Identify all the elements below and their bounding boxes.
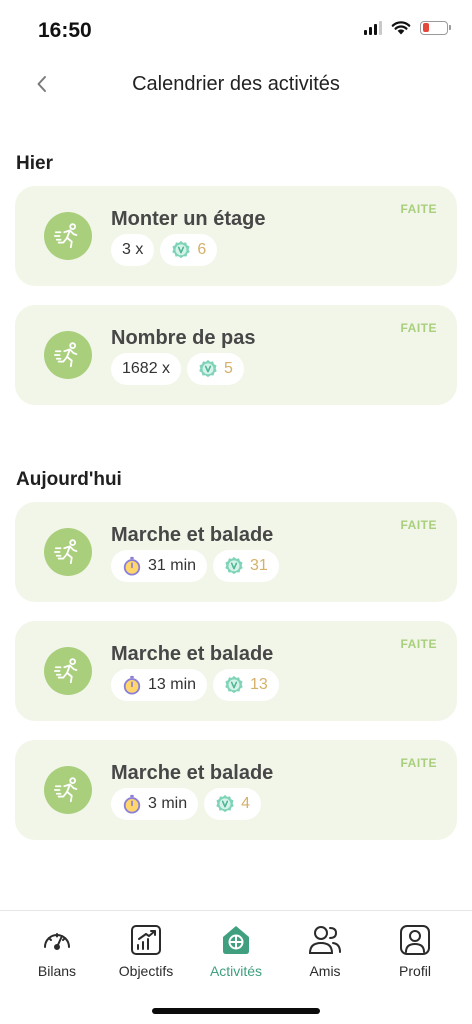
activity-house-icon: [219, 923, 253, 957]
friends-icon: [308, 923, 342, 957]
stopwatch-icon: [123, 556, 141, 576]
page-title: Calendrier des activités: [132, 73, 340, 95]
v-badge-icon: [199, 359, 217, 378]
points-value: 5: [224, 360, 233, 377]
amount-value: 3 min: [148, 795, 188, 812]
tab-activites[interactable]: Activités: [189, 923, 283, 979]
tab-label: Profil: [399, 963, 431, 979]
stopwatch-icon: [123, 675, 141, 695]
points-value: 4: [241, 795, 251, 812]
activity-chips: 3 min 4: [111, 788, 262, 820]
status-badge: FAITE: [400, 518, 437, 532]
status-time: 16:50: [38, 19, 92, 42]
section-title-hier: Hier: [16, 153, 53, 174]
status-bar: 16:50: [0, 0, 472, 60]
tab-amis[interactable]: Amis: [278, 923, 372, 979]
tab-bilans[interactable]: Bilans: [10, 923, 104, 979]
activity-chips: 1682 x 5: [111, 353, 244, 385]
section-title-aujourdhui: Aujourd'hui: [16, 469, 122, 490]
activity-card[interactable]: Marche et balade FAITE 31 min 31: [15, 502, 457, 602]
nav-header: Calendrier des activités: [0, 60, 472, 110]
battery-icon: [420, 20, 451, 35]
amount-value: 3 x: [122, 241, 144, 258]
activity-card[interactable]: Marche et balade FAITE 13 min 13: [15, 621, 457, 721]
amount-chip: 3 min: [111, 788, 199, 820]
wifi-icon: [391, 21, 411, 35]
activity-title: Marche et balade: [111, 524, 274, 546]
status-badge: FAITE: [400, 202, 437, 216]
chart-up-icon: [129, 923, 163, 957]
amount-chip: 1682 x: [111, 353, 182, 385]
amount-value: 1682 x: [122, 360, 171, 377]
running-man-icon: [44, 212, 92, 260]
tab-label: Activités: [209, 963, 263, 979]
activity-card[interactable]: Marche et balade FAITE 3 min 4: [15, 740, 457, 840]
activity-title: Monter un étage: [111, 208, 266, 230]
running-man-icon: [44, 647, 92, 695]
v-badge-icon: [225, 675, 243, 694]
status-badge: FAITE: [400, 321, 437, 335]
activity-title: Marche et balade: [111, 643, 274, 665]
tab-label: Objectifs: [118, 963, 174, 979]
status-icons: [364, 20, 451, 35]
v-badge-icon: [172, 240, 191, 259]
activity-chips: 13 min 13: [111, 669, 279, 701]
tab-profil[interactable]: Profil: [368, 923, 462, 979]
running-man-icon: [44, 331, 92, 379]
points-chip: 13: [213, 669, 279, 701]
points-chip: 5: [187, 353, 244, 385]
activity-chips: 3 x 6: [111, 234, 218, 266]
tab-objectifs[interactable]: Objectifs: [99, 923, 193, 979]
points-value: 31: [250, 557, 268, 574]
amount-value: 31 min: [148, 557, 197, 574]
tab-label: Bilans: [37, 963, 77, 979]
activity-title: Nombre de pas: [111, 327, 256, 349]
profile-icon: [398, 923, 432, 957]
v-badge-icon: [216, 794, 234, 813]
running-man-icon: [44, 766, 92, 814]
points-chip: 4: [204, 788, 262, 820]
tab-bar: Bilans Objectifs Activités Amis Profil: [0, 910, 472, 1024]
amount-value: 13 min: [148, 676, 197, 693]
status-badge: FAITE: [400, 637, 437, 651]
amount-chip: 3 x: [111, 234, 155, 266]
points-chip: 6: [160, 234, 218, 266]
tab-label: Amis: [309, 963, 341, 979]
stopwatch-icon: [123, 794, 141, 814]
points-value: 13: [250, 676, 268, 693]
amount-chip: 31 min: [111, 550, 208, 582]
points-value: 6: [197, 241, 207, 258]
activity-card[interactable]: Monter un étage FAITE 3 x 6: [15, 186, 457, 286]
home-indicator: [152, 1008, 320, 1014]
running-man-icon: [44, 528, 92, 576]
cellular-signal-icon: [364, 20, 382, 35]
status-badge: FAITE: [400, 756, 437, 770]
amount-chip: 13 min: [111, 669, 208, 701]
v-badge-icon: [225, 556, 243, 575]
activity-title: Marche et balade: [111, 762, 274, 784]
activity-card[interactable]: Nombre de pas FAITE 1682 x 5: [15, 305, 457, 405]
gauge-icon: [40, 923, 74, 957]
points-chip: 31: [213, 550, 279, 582]
activity-chips: 31 min 31: [111, 550, 279, 582]
